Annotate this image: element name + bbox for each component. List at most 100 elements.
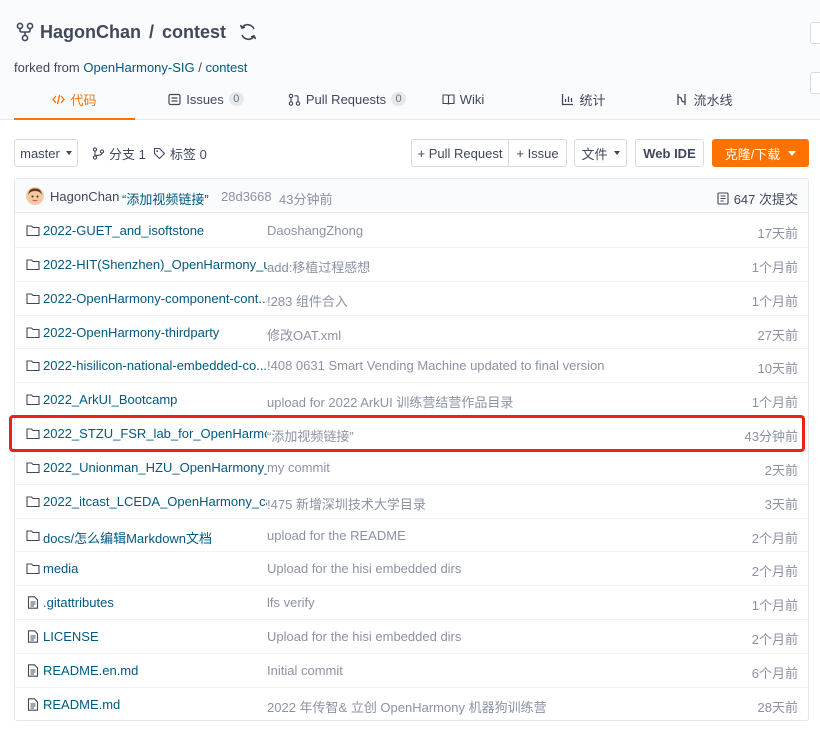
tab-stats[interactable]: 统计: [509, 80, 658, 118]
file-commit-message[interactable]: DaoshangZhong: [267, 223, 687, 238]
forked-owner-link[interactable]: OpenHarmony-SIG: [83, 60, 194, 75]
tab-issues[interactable]: Issues 0: [135, 80, 277, 118]
file-commit-message[interactable]: 2022 年传智& 立创 OpenHarmony 机器狗训练营: [267, 697, 687, 716]
file-commit-message[interactable]: Upload for the hisi embedded dirs: [267, 629, 687, 644]
file-commit-message[interactable]: upload for the README: [267, 528, 687, 543]
tab-code[interactable]: 代码: [14, 80, 135, 120]
branch-icon: [92, 146, 105, 160]
tag-icon: [153, 147, 166, 159]
tab-pipeline[interactable]: 流水线: [658, 80, 750, 118]
folder-icon: [26, 326, 40, 339]
stats-icon: [562, 93, 574, 105]
folder-icon: [26, 224, 40, 237]
web-ide-button[interactable]: Web IDE: [635, 139, 704, 167]
file-name-link[interactable]: 2022-HIT(Shenzhen)_OpenHarmony_u...: [43, 257, 267, 272]
file-name-link[interactable]: 2022_itcast_LCEDA_OpenHarmony_ca...: [43, 494, 267, 509]
file-row[interactable]: 2022-OpenHarmony-thirdparty 修改OAT.xml 27天前: [15, 316, 808, 350]
file-commit-age: 2天前: [764, 462, 798, 478]
file-name-link[interactable]: LICENSE: [43, 629, 267, 644]
file-name-link[interactable]: 2022_Unionman_HZU_OpenHarmony_...: [43, 460, 267, 475]
file-row[interactable]: 2022_STZU_FSR_lab_for_OpenHarmony “添加视频链接…: [15, 417, 808, 451]
file-name-link[interactable]: .gitattributes: [43, 595, 267, 610]
new-issue-button[interactable]: + Issue: [508, 139, 567, 167]
chevron-down-icon: [788, 150, 797, 156]
file-row[interactable]: 2022-OpenHarmony-component-cont... !283 组…: [15, 282, 808, 316]
forked-prefix: forked from: [14, 60, 84, 75]
forked-separator: /: [194, 60, 206, 75]
tab-stats-label: 统计: [579, 92, 606, 108]
file-commit-message[interactable]: !408 0631 Smart Vending Machine updated …: [267, 358, 687, 373]
watch-button-edge[interactable]: [810, 22, 820, 44]
file-row[interactable]: 2022-GUET_and_isoftstone DaoshangZhong 17天…: [15, 214, 808, 248]
file-row[interactable]: README.en.md Initial commit 6个月前: [15, 654, 808, 688]
file-name-link[interactable]: 2022-GUET_and_isoftstone: [43, 223, 267, 238]
repo-toolbar: master 分支 1 标签 0 + Pull Request + Issue …: [14, 139, 810, 167]
branch-select[interactable]: master: [14, 139, 78, 167]
new-pull-request-button[interactable]: + Pull Request: [411, 139, 509, 167]
folder-icon: [26, 258, 40, 271]
files-menu-button[interactable]: 文件: [574, 139, 627, 167]
folder-icon: [26, 292, 40, 305]
file-row[interactable]: media Upload for the hisi embedded dirs 2个…: [15, 552, 808, 587]
file-name-link[interactable]: 2022-OpenHarmony-component-cont...: [43, 291, 267, 306]
file-name-link[interactable]: docs/怎么编辑Markdown文档: [43, 528, 267, 547]
file-row[interactable]: 2022_Unionman_HZU_OpenHarmony_... my comm…: [15, 451, 808, 485]
commits-icon: [717, 192, 729, 205]
repo-name-link[interactable]: contest: [162, 22, 226, 43]
file-list: 2022-GUET_and_isoftstone DaoshangZhong 17天…: [15, 214, 808, 722]
file-icon: [26, 596, 40, 610]
file-commit-message[interactable]: “添加视频链接”: [267, 426, 687, 445]
file-row[interactable]: .gitattributes lfs verify 1个月前: [15, 586, 808, 621]
tab-wiki[interactable]: Wiki: [417, 80, 509, 118]
issues-count-badge: 0: [228, 92, 244, 106]
file-name-link[interactable]: README.md: [43, 697, 267, 712]
folder-icon: [26, 495, 40, 508]
tab-pull-requests[interactable]: Pull Requests 0: [277, 80, 417, 118]
file-commit-message[interactable]: !283 组件合入: [267, 291, 687, 310]
sync-icon[interactable]: [238, 22, 258, 42]
commit-count-label: 647 次提交: [733, 192, 798, 207]
file-row[interactable]: docs/怎么编辑Markdown文档 upload for the README…: [15, 519, 808, 553]
repo-header: HagonChan / contest forked from OpenHarm…: [0, 0, 820, 120]
file-icon: [26, 698, 40, 711]
commit-author[interactable]: HagonChan: [50, 189, 119, 204]
file-name-link[interactable]: 2022_STZU_FSR_lab_for_OpenHarmony: [43, 426, 267, 441]
file-row[interactable]: 2022-HIT(Shenzhen)_OpenHarmony_u... add:移…: [15, 248, 808, 282]
tags-link[interactable]: 标签 0: [153, 139, 207, 167]
file-row[interactable]: LICENSE Upload for the hisi embedded dirs…: [15, 620, 808, 654]
file-commit-message[interactable]: Initial commit: [267, 663, 687, 678]
file-row[interactable]: 2022_itcast_LCEDA_OpenHarmony_ca... !475 …: [15, 485, 808, 519]
file-commit-message[interactable]: lfs verify: [267, 595, 687, 610]
file-commit-message[interactable]: !475 新增深圳技术大学目录: [267, 494, 687, 513]
file-name-link[interactable]: 2022-OpenHarmony-thirdparty: [43, 325, 267, 340]
file-commit-age: 2个月前: [751, 632, 798, 648]
file-row[interactable]: 2022_ArkUI_Bootcamp upload for 2022 ArkUI…: [15, 383, 808, 418]
clone-download-button[interactable]: 克隆/下载: [712, 139, 809, 167]
code-icon: [52, 94, 66, 104]
repo-owner-link[interactable]: HagonChan: [40, 22, 141, 43]
file-commit-age: 6个月前: [751, 665, 798, 681]
commit-count-link[interactable]: 647 次提交: [717, 189, 798, 208]
file-commit-message[interactable]: 修改OAT.xml: [267, 325, 687, 344]
repo-separator: /: [149, 21, 155, 42]
branches-link[interactable]: 分支 1: [92, 139, 146, 167]
file-name-link[interactable]: 2022-hisilicon-national-embedded-co...: [43, 358, 267, 373]
file-commit-message[interactable]: add:移植过程感想: [267, 257, 687, 276]
branches-label: 分支 1: [109, 146, 146, 162]
file-commit-message[interactable]: my commit: [267, 460, 687, 475]
file-name-link[interactable]: 2022_ArkUI_Bootcamp: [43, 392, 267, 407]
file-row[interactable]: README.md 2022 年传智& 立创 OpenHarmony 机器狗训练营…: [15, 688, 808, 722]
avatar[interactable]: [26, 187, 44, 205]
clone-download-label: 克隆/下载: [724, 146, 781, 162]
file-name-link[interactable]: README.en.md: [43, 663, 267, 678]
commit-message-link[interactable]: “添加视频链接”: [122, 189, 209, 208]
file-commit-message[interactable]: upload for 2022 ArkUI 训练营结营作品目录: [267, 392, 687, 411]
file-row[interactable]: 2022-hisilicon-national-embedded-co... !4…: [15, 349, 808, 384]
commit-sha[interactable]: 28d3668: [221, 189, 272, 204]
pull-requests-count-badge: 0: [391, 92, 407, 106]
tab-pipeline-label: 流水线: [693, 92, 733, 108]
file-commit-message[interactable]: Upload for the hisi embedded dirs: [267, 561, 687, 576]
file-commit-age: 28天前: [757, 699, 798, 715]
forked-repo-link[interactable]: contest: [205, 60, 247, 75]
file-name-link[interactable]: media: [43, 561, 267, 576]
